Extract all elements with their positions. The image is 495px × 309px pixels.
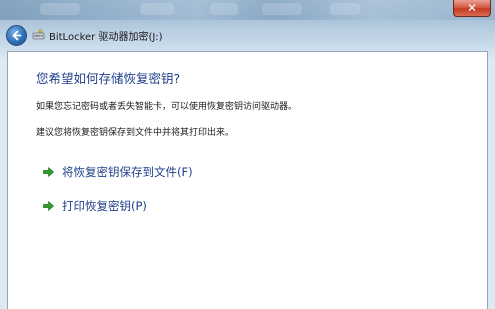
window-title: BitLocker 驱动器加密(J:) (49, 31, 163, 43)
bitlocker-window: ✕ BitLocker 驱动器加密(J:) 您希望如何存储恢复密钥? 如果您忘记… (0, 0, 495, 309)
bitlocker-drive-icon (32, 29, 45, 42)
close-button[interactable]: ✕ (453, 0, 491, 17)
description-text-2: 建议您将恢复密钥保存到文件中并将其打印出来。 (36, 128, 235, 138)
navigation-bar: BitLocker 驱动器加密(J:) (6, 24, 163, 46)
description-text-1: 如果您忘记密码或者丢失智能卡，可以使用恢复密钥访问驱动器。 (36, 102, 298, 112)
print-recovery-key-label: 打印恢复密钥(P) (62, 199, 147, 213)
close-icon: ✕ (466, 1, 478, 15)
page-heading: 您希望如何存储恢复密钥? (36, 71, 181, 86)
wizard-content-panel: 您希望如何存储恢复密钥? 如果您忘记密码或者丢失智能卡，可以使用恢复密钥访问驱动… (7, 51, 488, 309)
save-recovery-key-to-file-link[interactable]: 将恢复密钥保存到文件(F) (42, 164, 193, 180)
green-arrow-icon (42, 200, 54, 212)
print-recovery-key-link[interactable]: 打印恢复密钥(P) (42, 198, 147, 214)
green-arrow-icon (42, 166, 54, 178)
back-arrow-icon (12, 30, 22, 40)
caption-buttons: ✕ (453, 0, 491, 17)
save-recovery-key-label: 将恢复密钥保存到文件(F) (62, 165, 193, 179)
back-button[interactable] (6, 24, 27, 46)
blurred-taskbar-strip (0, 0, 495, 20)
